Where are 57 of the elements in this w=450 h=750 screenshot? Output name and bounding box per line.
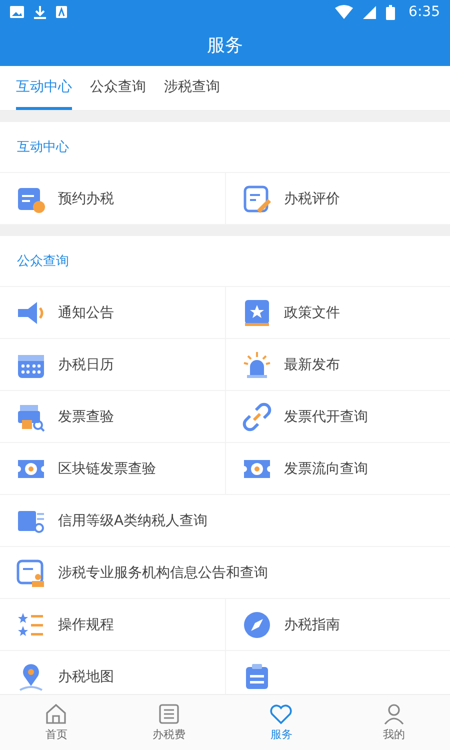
service-label: 政策文件 (284, 304, 340, 322)
service-label: 信用等级A类纳税人查询 (58, 512, 208, 530)
link-icon (242, 402, 272, 432)
service-label: 发票代开查询 (284, 408, 368, 426)
compass-icon (242, 610, 272, 640)
book-star-icon (242, 298, 272, 328)
service-item[interactable]: 发票代开查询 (225, 391, 450, 443)
service-label: 操作规程 (58, 616, 114, 634)
service-item[interactable]: 最新发布 (225, 339, 450, 391)
nav-item[interactable]: 服务 (225, 695, 338, 750)
heart-icon (269, 703, 294, 725)
nav-item[interactable]: 办税费 (112, 695, 225, 750)
service-item[interactable]: 信用等级A类纳税人查询 (0, 495, 450, 547)
service-label: 发票流向查询 (284, 460, 368, 478)
tab[interactable]: 公众查询 (90, 66, 146, 110)
service-item[interactable]: 发票流向查询 (225, 443, 450, 495)
service-item[interactable]: 政策文件 (225, 287, 450, 339)
service-label: 办税地图 (58, 668, 114, 686)
download-icon (34, 6, 46, 18)
nav-label: 首页 (45, 727, 68, 742)
section-title: 公众查询 (17, 253, 69, 270)
battery-icon (386, 4, 395, 20)
service-label: 办税指南 (284, 616, 340, 634)
status-time: 6:35 (408, 4, 440, 20)
service-label: 最新发布 (284, 356, 340, 374)
service-label: 区块链发票查验 (58, 460, 156, 478)
service-label: 预约办税 (58, 190, 114, 208)
service-label: 涉税专业服务机构信息公告和查询 (58, 564, 268, 582)
home-icon (44, 703, 68, 725)
section-title: 互动中心 (17, 139, 69, 156)
service-item[interactable]: 涉税专业服务机构信息公告和查询 (0, 547, 450, 599)
service-item[interactable]: 区块链发票查验 (0, 443, 225, 495)
document-person-icon (16, 558, 46, 588)
app-icon (56, 6, 67, 18)
signal-icon (362, 6, 376, 18)
alarm-light-icon (242, 350, 272, 380)
page-title: 服务 (207, 34, 243, 57)
nav-item[interactable]: 首页 (0, 695, 112, 750)
nav-item[interactable]: 我的 (338, 695, 450, 750)
service-label: 发票查验 (58, 408, 114, 426)
nav-label: 办税费 (152, 727, 186, 742)
service-label: 办税日历 (58, 356, 114, 374)
document-edit-icon (242, 184, 272, 214)
nav-label: 我的 (382, 727, 405, 742)
wifi-icon (334, 5, 353, 19)
image-icon (10, 6, 24, 18)
service-item[interactable]: 操作规程 (0, 599, 225, 651)
tab[interactable]: 涉税查询 (164, 66, 220, 110)
service-item[interactable]: 通知公告 (0, 287, 225, 339)
nav-label: 服务 (270, 727, 292, 742)
service-label: 通知公告 (58, 304, 114, 322)
service-item[interactable]: 发票查验 (0, 391, 225, 443)
service-item[interactable]: 办税指南 (225, 599, 450, 651)
list-icon (156, 703, 181, 725)
person-icon (382, 703, 406, 725)
service-label: 办税评价 (284, 190, 340, 208)
service-item[interactable]: 办税日历 (0, 339, 225, 391)
